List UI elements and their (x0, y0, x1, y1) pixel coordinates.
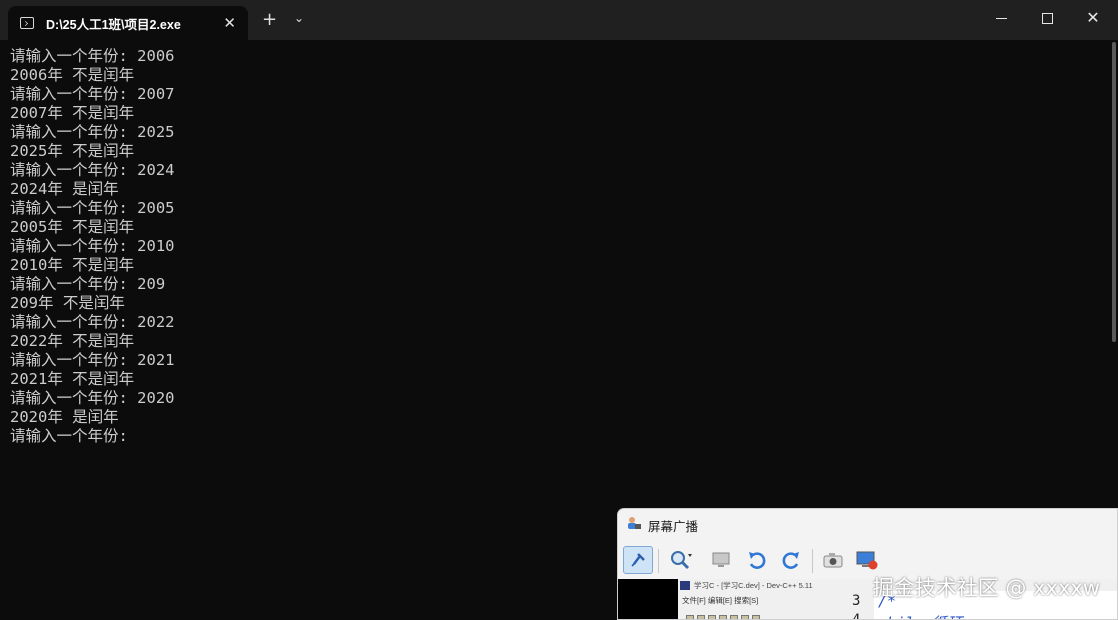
screen-broadcast-window[interactable]: 屏幕广播 学习C - [学习C.dev] - Dev-C++ 5.11 文件[F… (617, 508, 1118, 620)
console-line: 2010年 不是闰年 (10, 256, 135, 274)
minimize-icon (995, 17, 1007, 19)
console-line: 2025年 不是闰年 (10, 142, 135, 160)
redo-button[interactable] (776, 546, 806, 574)
preview-toolbar (686, 609, 776, 619)
maximize-button[interactable] (1024, 0, 1070, 36)
console-line: 请输入一个年份: 209 (10, 275, 166, 293)
console-line: 2022年 不是闰年 (10, 332, 135, 350)
monitor-button[interactable] (706, 546, 736, 574)
undo-button[interactable] (742, 546, 772, 574)
devcpp-icon (680, 581, 690, 590)
code-line: while 循环 (878, 612, 962, 619)
console-line: 请输入一个年份: 2020 (10, 389, 175, 407)
console-line: 209年 不是闰年 (10, 294, 125, 312)
console-line: 请输入一个年份: 2021 (10, 351, 175, 369)
zoom-icon (671, 551, 692, 570)
console-line: 请输入一个年份: 2022 (10, 313, 175, 331)
console-line: 请输入一个年份: 2007 (10, 85, 175, 103)
console-line: 请输入一个年份: 2024 (10, 161, 175, 179)
line-gutter: 3 4 (838, 591, 874, 620)
camera-icon (823, 553, 843, 568)
broadcast-app-icon (628, 517, 641, 529)
new-tab-button[interactable]: + (262, 9, 277, 30)
console-line: 2007年 不是闰年 (10, 104, 135, 122)
chevron-down-icon[interactable]: ⌄ (294, 11, 304, 25)
line-number: 4 (852, 612, 861, 620)
console-line: 2024年 是闰年 (10, 180, 119, 198)
console-line: 2020年 是闰年 (10, 408, 119, 426)
console-line: 2021年 不是闰年 (10, 370, 135, 388)
preview-black-area (618, 579, 678, 619)
console-icon (20, 17, 34, 29)
console-line: 请输入一个年份: 2005 (10, 199, 175, 217)
undo-icon (749, 552, 766, 569)
zoom-button[interactable] (666, 546, 696, 574)
scrollbar-thumb[interactable] (1112, 42, 1116, 342)
monitor-icon (712, 552, 730, 567)
broadcast-title: 屏幕广播 (648, 520, 699, 534)
camera-button[interactable] (818, 546, 848, 574)
maximize-icon (1041, 12, 1053, 24)
pin-icon (631, 553, 645, 567)
close-window-button[interactable]: ✕ (1070, 0, 1116, 36)
console-line: 请输入一个年份: 2006 (10, 47, 175, 65)
preview-menu: 文件[F] 编辑[E] 搜索[S] (682, 596, 759, 605)
console-line: 2006年 不是闰年 (10, 66, 135, 84)
console-line: 请输入一个年份: 2025 (10, 123, 175, 141)
tab-title: D:\25人工1班\项目2.exe (46, 17, 181, 32)
redo-icon (782, 552, 799, 569)
close-tab-icon[interactable]: ✕ (223, 14, 236, 32)
console-line: 请输入一个年份: (10, 427, 128, 445)
record-button[interactable] (852, 546, 882, 574)
screen-record-icon (856, 551, 878, 570)
minimize-button-2[interactable] (978, 0, 1024, 36)
console-line: 2005年 不是闰年 (10, 218, 135, 236)
console-line: 请输入一个年份: 2010 (10, 237, 175, 255)
close-icon: ✕ (1086, 8, 1100, 27)
preview-window-title: 学习C - [学习C.dev] - Dev-C++ 5.11 (694, 581, 813, 590)
title-bar: D:\25人工1班\项目2.exe ✕ + ⌄ (0, 0, 1118, 40)
terminal-tab[interactable]: D:\25人工1班\项目2.exe ✕ (8, 6, 248, 40)
line-number: 3 (852, 593, 861, 609)
watermark: 掘金技术社区 @ xxxxw (872, 576, 1100, 600)
console-output[interactable]: 请输入一个年份: 2006 2006年 不是闰年 请输入一个年份: 2007 2007… (10, 47, 1098, 446)
pin-button[interactable] (623, 546, 653, 574)
